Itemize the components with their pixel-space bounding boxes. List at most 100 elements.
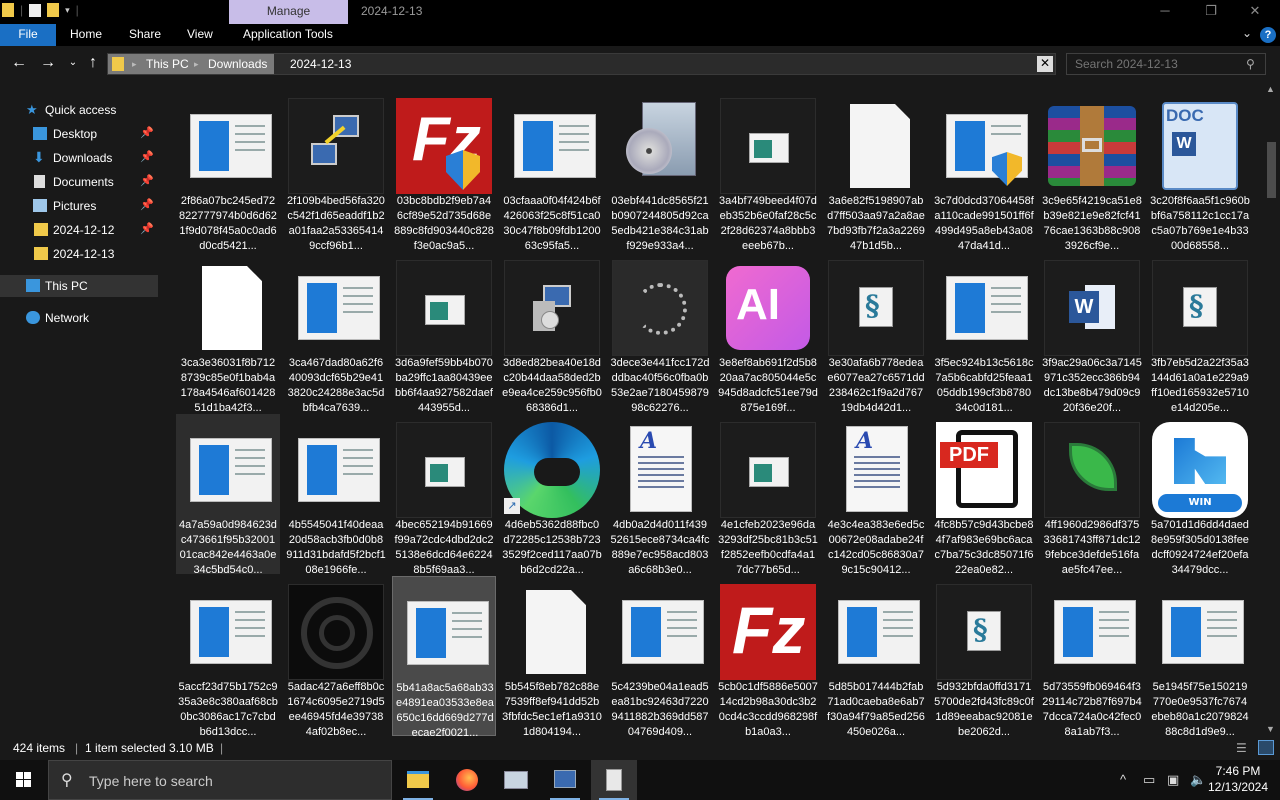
start-button[interactable] (0, 760, 48, 800)
tab-share[interactable]: Share (117, 24, 173, 46)
sidebar-item-2024-12-12[interactable]: 2024-12-12 📌 (0, 219, 158, 241)
new-folder-icon[interactable] (47, 3, 60, 17)
file-item[interactable]: 3dece3e441fcc172dddbac40f56c0fba0b53e2ae… (608, 252, 712, 414)
keyboard-icon[interactable]: ▭ (1143, 772, 1155, 788)
sidebar-item-desktop[interactable]: Desktop 📌 (0, 123, 158, 145)
scrollbar-thumb[interactable] (1267, 142, 1276, 198)
file-item[interactable]: 4b5545041f40deaa20d58acb3fb0d0b8911d31bd… (284, 414, 388, 576)
recent-locations-icon[interactable]: ⌄ (63, 57, 83, 68)
firefox-taskbar-icon[interactable] (444, 760, 490, 800)
file-item[interactable]: WIN 5a701d1d6dd4daed8e959f305d0138feedcff… (1148, 414, 1252, 576)
file-item[interactable]: 5b545f8eb782c88e7539ff8ef941dd52b3fbfdc5… (500, 576, 604, 736)
file-item[interactable]: 4bec652194b91669f99a72cdc4dbd2dc25138e6d… (392, 414, 496, 576)
sidebar-item-pictures[interactable]: Pictures 📌 (0, 195, 158, 217)
expand-ribbon-icon[interactable]: ⌄ (1242, 26, 1252, 40)
file-thumbnail: A (612, 422, 708, 518)
file-item[interactable]: 3d6a9fef59bb4b070ba29ffc1aa80439eebb6f4a… (392, 252, 496, 414)
forward-button[interactable]: → (38, 54, 58, 72)
star-icon: ★ (26, 102, 38, 117)
installer-taskbar-icon[interactable] (591, 760, 637, 800)
file-item[interactable]: 5d85b017444b2fab71ad0caeba8e6ab7f30a94f7… (824, 576, 928, 736)
file-item[interactable]: 03ebf441dc8565f21b0907244805d92ca5edb421… (608, 90, 712, 252)
breadcrumb-current[interactable]: 2024-12-13 (290, 57, 351, 71)
file-item[interactable]: A 4db0a2d4d011f43952615ece8734ca4fc889e7e… (608, 414, 712, 576)
file-name: 3c20f8f6aa5f1c960bbf6a758112c1cc17ac5a07… (1150, 195, 1250, 252)
back-button[interactable]: ← (9, 54, 29, 72)
breadcrumb-downloads[interactable]: Downloads (208, 57, 267, 71)
file-name: 5accf23d75b1752c935a3e8c380aaf68cb0bc308… (178, 681, 278, 736)
application-icon (838, 600, 920, 664)
file-item[interactable]: 2f109b4bed56fa320c542f1d65eaddf1b2a01faa… (284, 90, 388, 252)
details-view-icon[interactable]: ☰ (1236, 741, 1247, 755)
app-taskbar-icon[interactable] (493, 760, 539, 800)
scroll-down-icon[interactable]: ▼ (1266, 724, 1275, 734)
file-item[interactable]: 4a7a59a0d984623dc473661f95b3200101cac842… (176, 414, 280, 576)
manage-tab[interactable]: Manage (229, 0, 348, 24)
vertical-scrollbar[interactable]: ▲ ▼ (1263, 82, 1280, 736)
file-explorer-taskbar-icon[interactable] (395, 760, 441, 800)
small-window-icon (720, 98, 816, 194)
file-item[interactable]: 5b41a8ac5a68ab33e4891ea03533e8ea650c16dd… (392, 576, 496, 736)
file-item[interactable]: Fz 03bc8bdb2f9eb7a46cf89e52d735d68e889c8f… (392, 90, 496, 252)
up-button[interactable]: ↑ (83, 54, 103, 72)
network-status-icon[interactable]: ▣ (1167, 772, 1179, 788)
file-item[interactable]: 3a4bf749beed4f07deb352b6e0faf28c5c2f28d6… (716, 90, 820, 252)
file-item[interactable]: A 4e3c4ea383e6ed5c00672e08adabe24fc142cd0… (824, 414, 928, 576)
tab-view[interactable]: View (175, 24, 225, 46)
file-item[interactable]: 3d8ed82bea40e18dc20b44daa58ded2be9ea4ce2… (500, 252, 604, 414)
scroll-up-icon[interactable]: ▲ (1266, 84, 1275, 94)
file-item[interactable]: ↗ 4d6eb5362d88fbc0d72285c12538b7233529f2c… (500, 414, 604, 576)
file-name: 3e8ef8ab691f2d5b820aa7ac805044e5c945d8ad… (718, 357, 818, 414)
help-button[interactable]: ? (1260, 27, 1276, 43)
tab-application-tools[interactable]: Application Tools (231, 24, 345, 46)
file-item[interactable]: 4ff1960d2986df37533681743ff871dc129febce… (1040, 414, 1144, 576)
sidebar-item-documents[interactable]: Documents 📌 (0, 171, 158, 193)
file-item[interactable]: W 3f9ac29a06c3a7145971c352ecc386b94dc13be… (1040, 252, 1144, 414)
sidebar-item-downloads[interactable]: ⬇ Downloads 📌 (0, 147, 158, 169)
file-item[interactable]: 3ca3e36031f8b7128739c85e0f1bab4a178a4546… (176, 252, 280, 414)
sidebar-item-2024-12-13[interactable]: 2024-12-13 (0, 243, 158, 265)
file-item[interactable]: 5accf23d75b1752c935a3e8c380aaf68cb0bc308… (176, 576, 280, 736)
folder-icon[interactable] (2, 3, 14, 17)
file-item[interactable]: 3f5ec924b13c5618c7a5b6cabfd25feaa105ddb1… (932, 252, 1036, 414)
minimize-button[interactable]: ─ (1142, 0, 1188, 24)
file-item[interactable]: 3a6e82f5198907abd7ff503aa97a2a8ae7bd93fb… (824, 90, 928, 252)
search-input[interactable] (1066, 53, 1266, 75)
file-item[interactable]: 5adac427a6eff8b0c1674c6095e2719d5ee46945… (284, 576, 388, 736)
file-item[interactable]: AI 3e8ef8ab691f2d5b820aa7ac805044e5c945d8… (716, 252, 820, 414)
file-item[interactable]: 3c9e65f4219ca51e8b39e821e9e82fcf4176cae1… (1040, 90, 1144, 252)
tab-home[interactable]: Home (58, 24, 114, 46)
file-item[interactable]: 3ca467dad80a62f640093dcf65b29e413820c242… (284, 252, 388, 414)
file-item[interactable]: § 3e30afa6b778edeae6077ea27c6571dd238462c… (824, 252, 928, 414)
file-item[interactable]: 3c7d0dcd37064458fa110cade991501ff6f499d4… (932, 90, 1036, 252)
chevron-down-icon[interactable]: ▾ (65, 5, 70, 16)
file-item[interactable]: DOC W 3c20f8f6aa5f1c960bbf6a758112c1cc17ac… (1148, 90, 1252, 252)
file-item[interactable]: Fz 5cb0c1df5886e500714cd2b98a30dc3b20cd4c… (716, 576, 820, 736)
chevron-up-icon[interactable]: ^ (1120, 772, 1126, 787)
restore-button[interactable]: ❐ (1188, 0, 1234, 24)
file-item[interactable]: PDF 4fc8b57c9d43bcbe84f7af983e69bc6acac7b… (932, 414, 1036, 576)
file-item[interactable]: 5e1945f75e150219770e0e9537fc7674ebeb80a1… (1148, 576, 1252, 736)
file-item[interactable]: 5c4239be04a1ead5ea81bc92463d72209411882b… (608, 576, 712, 736)
file-item[interactable]: 2f86a07bc245ed72822777974b0d6d621f9d078f… (176, 90, 280, 252)
file-item[interactable]: 5d73559fb069464f329114c72b87f697b47dcca7… (1040, 576, 1144, 736)
file-item[interactable]: § 5d932bfda0ffd31715700de2fd43fc89c0f1d89… (932, 576, 1036, 736)
taskbar-search[interactable]: ⚲ Type here to search (48, 760, 392, 800)
large-icons-view-icon[interactable] (1258, 740, 1274, 755)
clock[interactable]: 7:46 PM 12/13/2024 (1207, 763, 1269, 795)
file-item[interactable]: § 3fb7eb5d2a22f35a3144d61a0a1e229a9ff10ed… (1148, 252, 1252, 414)
volume-icon[interactable]: 🔈 (1190, 772, 1206, 788)
address-bar[interactable]: ▸ This PC ▸ Downloads 2024-12-13 ✕ (107, 53, 1056, 75)
tab-file[interactable]: File (0, 24, 56, 46)
network-app-taskbar-icon[interactable] (542, 760, 588, 800)
close-button[interactable]: ✕ (1232, 0, 1278, 24)
breadcrumb-this-pc[interactable]: This PC (146, 57, 189, 71)
sidebar-item-network[interactable]: Network (0, 307, 158, 329)
file-name: 2f86a07bc245ed72822777974b0d6d621f9d078f… (179, 195, 277, 252)
sidebar-item-quick-access[interactable]: ★ Quick access (0, 99, 158, 121)
file-item[interactable]: 4e1cfeb2023e96da3293df25bc81b3c51f2852ee… (716, 414, 820, 576)
sidebar-item-this-pc[interactable]: This PC (0, 275, 158, 297)
clear-icon[interactable]: ✕ (1037, 56, 1053, 72)
properties-icon[interactable] (29, 3, 42, 17)
file-item[interactable]: 03cfaaa0f04f424b6f426063f25c8f51ca030c47… (500, 90, 604, 252)
